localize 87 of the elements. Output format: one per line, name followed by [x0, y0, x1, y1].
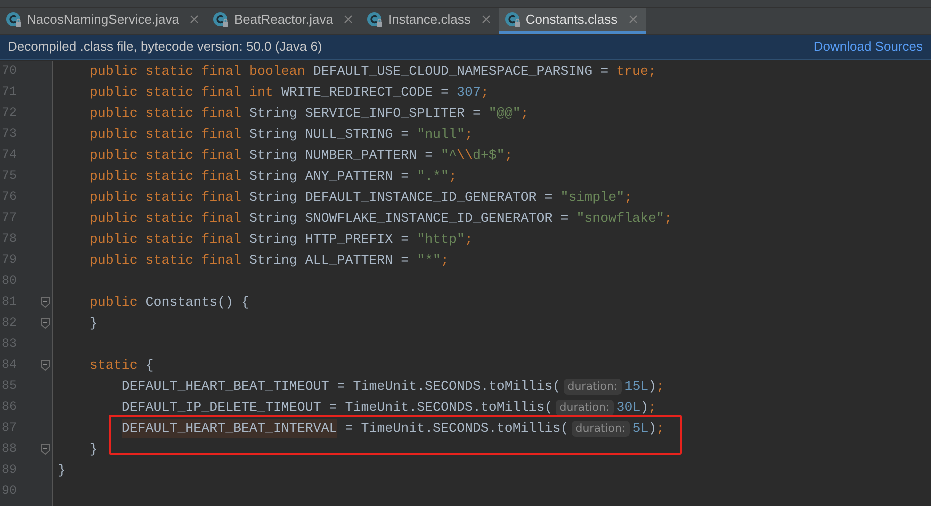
- fold-marker-icon[interactable]: [41, 318, 50, 329]
- code-text: DEFAULT_USE_CLOUD_NAMESPACE_PARSING =: [313, 62, 610, 81]
- code-text: DEFAULT_HEART_BEAT_TIMEOUT = TimeUnit.SECONDS.toMillis(: [122, 378, 561, 396]
- keyword: public static final: [90, 210, 243, 228]
- fold-marker-icon[interactable]: [41, 360, 50, 371]
- semicolon: ;: [656, 420, 665, 438]
- semicolon: ;: [449, 168, 457, 186]
- keyword: true: [616, 62, 648, 81]
- download-sources-link[interactable]: Download Sources: [814, 37, 923, 57]
- string-literal: "null": [417, 126, 465, 144]
- string-literal: "snowflake": [576, 210, 664, 228]
- banner-text: Decompiled .class file, bytecode version: 50.0 (Java 6): [8, 38, 322, 56]
- editor-tab[interactable]: Instance.class: [361, 8, 499, 34]
- semicolon: ;: [648, 62, 656, 81]
- number-literal: 30L: [616, 398, 641, 417]
- keyword: public static final boolean: [90, 62, 306, 81]
- keyword: public static final: [90, 188, 243, 207]
- keyword: public static final: [90, 126, 243, 144]
- code-text: ): [648, 378, 657, 396]
- code-text: }: [58, 462, 66, 480]
- semicolon: ;: [520, 104, 529, 123]
- semicolon: ;: [664, 210, 672, 228]
- fold-marker-icon[interactable]: [41, 297, 50, 308]
- semicolon: ;: [624, 188, 633, 207]
- semicolon: ;: [464, 230, 473, 249]
- number-literal: 307: [457, 84, 481, 102]
- semicolon: ;: [656, 378, 665, 396]
- code-text: String ALL_PATTERN =: [250, 252, 410, 270]
- code-text: String NUMBER_PATTERN =: [250, 146, 434, 165]
- string-literal: "http": [417, 230, 465, 249]
- class-file-icon: [6, 12, 22, 28]
- code-text: WRITE_REDIRECT_CODE =: [281, 84, 450, 102]
- string-literal: "^: [441, 146, 457, 165]
- editor-tab[interactable]: BeatReactor.java: [207, 8, 362, 34]
- close-icon[interactable]: [482, 15, 491, 24]
- code-text: }: [90, 314, 98, 333]
- inlay-hint: duration:: [556, 400, 614, 416]
- tab-label: BeatReactor.java: [234, 10, 334, 29]
- keyword: public static final: [90, 146, 243, 165]
- code-text: ): [640, 398, 649, 417]
- class-file-icon: [504, 12, 521, 28]
- string-literal: ".*": [417, 168, 450, 186]
- editor-tab[interactable]: NacosNamingService.java: [0, 8, 208, 34]
- code-text: String HTTP_PREFIX =: [250, 230, 410, 249]
- code-text: String DEFAULT_INSTANCE_ID_GENERATOR =: [250, 188, 554, 207]
- keyword: static: [90, 356, 139, 375]
- code-text: }: [90, 440, 98, 459]
- keyword: public static final int: [90, 84, 274, 102]
- code-text: String SNOWFLAKE_INSTANCE_ID_GENERATOR =: [250, 210, 570, 228]
- semicolon: ;: [480, 84, 489, 102]
- string-literal: "*": [417, 252, 442, 270]
- tab-label: Instance.class: [388, 10, 471, 29]
- class-file-icon: [367, 12, 384, 28]
- number-literal: 5L: [632, 420, 649, 438]
- keyword: public static final: [90, 104, 243, 123]
- close-icon[interactable]: [628, 15, 638, 24]
- code-text: Constants() {: [146, 294, 250, 312]
- keyword: public: [90, 294, 139, 312]
- string-literal: d+$": [472, 146, 505, 165]
- highlighted-identifier: DEFAULT_HEART_BEAT_INTERVAL: [122, 418, 338, 438]
- editor-tab[interactable]: Constants.class: [498, 8, 646, 34]
- code-text: String ANY_PATTERN =: [250, 168, 410, 186]
- code-text: {: [146, 356, 154, 375]
- escape-sequence: \\: [457, 146, 473, 165]
- code-text: ): [648, 420, 657, 438]
- code-text: String SERVICE_INFO_SPLITER =: [250, 104, 482, 123]
- tab-label: Constants.class: [526, 10, 618, 29]
- semicolon: ;: [648, 398, 657, 417]
- tab-label: NacosNamingService.java: [27, 10, 180, 29]
- class-file-icon: [213, 12, 230, 28]
- code-text: DEFAULT_IP_DELETE_TIMEOUT = TimeUnit.SECONDS.toMillis(: [122, 398, 553, 417]
- keyword: public static final: [90, 230, 243, 249]
- code-text: String NULL_STRING =: [250, 126, 410, 144]
- close-icon[interactable]: [344, 15, 354, 24]
- code-text: = TimeUnit.SECONDS.toMillis(: [345, 420, 569, 438]
- inlay-hint: duration:: [564, 378, 622, 394]
- semicolon: ;: [464, 126, 473, 144]
- semicolon: ;: [504, 146, 513, 165]
- inlay-hint: duration:: [572, 420, 630, 436]
- close-icon[interactable]: [190, 15, 200, 24]
- fold-marker-icon[interactable]: [41, 444, 50, 455]
- keyword: public static final: [90, 252, 243, 270]
- number-literal: 15L: [624, 378, 649, 396]
- string-literal: "simple": [560, 188, 625, 207]
- string-literal: "@@": [488, 104, 521, 123]
- semicolon: ;: [441, 252, 450, 270]
- keyword: public static final: [90, 168, 243, 186]
